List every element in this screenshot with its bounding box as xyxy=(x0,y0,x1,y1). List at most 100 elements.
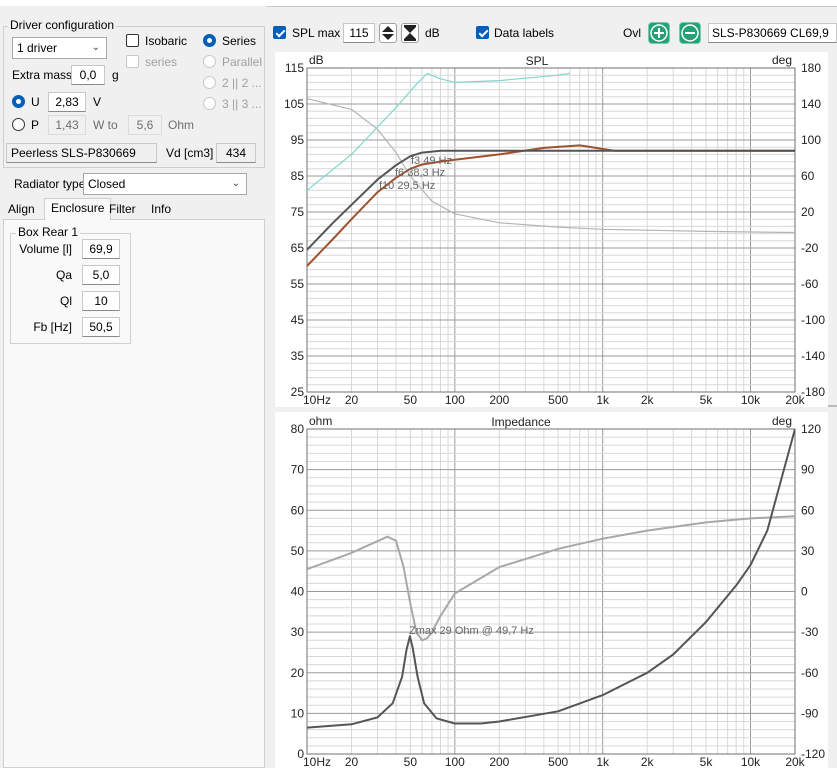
p-input[interactable]: 1,43 xyxy=(48,115,86,135)
u-radio[interactable] xyxy=(12,95,25,108)
driver-name-field[interactable]: Peerless SLS-P830669 xyxy=(6,143,157,163)
x-tick-label: 20 xyxy=(345,755,359,768)
overlay-preset-field[interactable]: SLS-P830669 CL69,9 xyxy=(708,23,837,43)
y-tick-label: 85 xyxy=(291,169,305,183)
spl-max-label: SPL max xyxy=(292,26,341,40)
isobaric-series-checkbox[interactable] xyxy=(126,55,139,68)
x-tick-label: 2k xyxy=(641,755,655,768)
y-tick-label: 115 xyxy=(285,61,304,75)
y-tick-label: 35 xyxy=(291,349,305,363)
f6-annotation: f6 38,3 Hz xyxy=(395,167,445,179)
y2-tick-label: -140 xyxy=(801,349,825,363)
spl-up-down-button[interactable] xyxy=(379,23,397,43)
config-3x3-label: 3 || 3 ... xyxy=(222,97,262,111)
volume-label: Volume [l] xyxy=(19,242,72,256)
isobaric-checkbox[interactable] xyxy=(126,34,139,47)
y-tick-label: 30 xyxy=(291,625,305,639)
series-line-impedance xyxy=(307,429,795,729)
ohm-input[interactable]: 5,6 xyxy=(128,115,162,135)
right-unit-label: deg xyxy=(772,414,792,428)
remove-overlay-button[interactable] xyxy=(679,22,701,44)
x-tick-label: 100 xyxy=(445,755,465,768)
driver-config-title: Driver configuration xyxy=(8,18,117,32)
x-tick-label: 1k xyxy=(596,755,610,768)
tab-enclosure[interactable]: Enclosure xyxy=(44,198,112,220)
ql-input[interactable]: 10 xyxy=(82,291,120,311)
parallel-radio[interactable] xyxy=(203,55,216,68)
ql-label: Ql xyxy=(60,294,72,308)
plot-frame xyxy=(306,67,796,393)
y-tick-label: 65 xyxy=(291,241,305,255)
vd-field[interactable]: 434 xyxy=(216,143,256,163)
y2-tick-label: 140 xyxy=(801,97,821,111)
y2-tick-label: 120 xyxy=(801,422,821,436)
y2-tick-label: -30 xyxy=(801,625,819,639)
data-labels-checkbox[interactable] xyxy=(476,26,489,39)
config-2x2-label: 2 || 2 ... xyxy=(222,76,262,90)
tab-filter[interactable]: Filter xyxy=(103,200,142,220)
spl-fit-button[interactable] xyxy=(401,23,419,43)
parallel-label: Parallel xyxy=(222,55,263,69)
impedance-chart: 807060504030201001209060300-30-60-90-120… xyxy=(275,412,828,768)
splitter-handle[interactable] xyxy=(828,405,837,407)
series-line-total xyxy=(307,149,795,251)
x-tick-label: 5k xyxy=(700,755,714,768)
tab-info[interactable]: Info xyxy=(145,200,177,220)
qa-input[interactable]: 5,0 xyxy=(82,265,120,285)
y2-tick-label: 60 xyxy=(801,503,815,517)
y2-tick-label: 180 xyxy=(801,61,821,75)
vd-label: Vd [cm3] xyxy=(166,146,214,160)
x-tick-label: 200 xyxy=(489,755,509,768)
f10-annotation: f10 29,5 Hz xyxy=(379,180,435,192)
left-unit-label: dB xyxy=(309,53,324,67)
spl-max-input[interactable]: 115 xyxy=(343,23,375,43)
fb-input[interactable]: 50,5 xyxy=(82,317,120,337)
config-2x2-radio[interactable] xyxy=(203,76,216,89)
y2-tick-label: 90 xyxy=(801,463,815,477)
u-input[interactable]: 2,83 xyxy=(48,92,86,112)
add-overlay-button[interactable] xyxy=(648,22,670,44)
radiator-type-label: Radiator type xyxy=(14,177,86,191)
y-tick-label: 50 xyxy=(291,544,305,558)
x-tick-label: 10Hz xyxy=(303,393,331,407)
y2-tick-label: -100 xyxy=(801,313,825,327)
y2-tick-label: -90 xyxy=(801,706,819,720)
p-label: P xyxy=(31,118,40,132)
x-tick-label: 20k xyxy=(785,393,805,407)
y-tick-label: 55 xyxy=(291,277,305,291)
x-tick-label: 100 xyxy=(445,393,465,407)
zmax-annotation: Zmax 29 Ohm @ 49,7 Hz xyxy=(409,625,534,637)
spl-max-checkbox[interactable] xyxy=(273,26,286,39)
p-radio[interactable] xyxy=(12,118,25,131)
tab-align[interactable]: Align xyxy=(2,200,41,220)
y2-tick-label: -20 xyxy=(801,241,819,255)
x-tick-label: 500 xyxy=(548,755,568,768)
x-tick-label: 1k xyxy=(596,393,610,407)
extra-mass-input[interactable]: 0,0 xyxy=(71,65,105,85)
radiator-type-select[interactable]: Closed ⌄ xyxy=(83,173,247,195)
drivers-select[interactable]: 1 driver ⌄ xyxy=(12,37,107,59)
plus-icon xyxy=(650,24,668,42)
x-tick-label: 20 xyxy=(345,393,359,407)
y-tick-label: 105 xyxy=(284,97,304,111)
chart-title: SPL xyxy=(526,54,549,68)
volume-input[interactable]: 69,9 xyxy=(82,239,120,259)
series-radio[interactable] xyxy=(203,34,216,47)
y2-tick-label: -60 xyxy=(801,666,819,680)
y2-tick-label: 0 xyxy=(801,585,808,599)
x-tick-label: 500 xyxy=(548,393,568,407)
extra-mass-unit: g xyxy=(112,68,119,82)
chevron-down-icon: ⌄ xyxy=(231,178,240,189)
x-tick-label: 2k xyxy=(641,393,655,407)
chevron-down-icon: ⌄ xyxy=(91,42,100,53)
y2-tick-label: 60 xyxy=(801,169,815,183)
right-unit-label: deg xyxy=(772,53,792,67)
config-3x3-radio[interactable] xyxy=(203,97,216,110)
isobaric-label: Isobaric xyxy=(145,34,188,48)
y-tick-label: 40 xyxy=(291,585,305,599)
x-tick-label: 10Hz xyxy=(303,755,331,768)
qa-label: Qa xyxy=(55,268,72,282)
p-unit: W to xyxy=(93,118,118,132)
isobaric-series-label: series xyxy=(145,55,178,69)
y-tick-label: 10 xyxy=(291,706,305,720)
